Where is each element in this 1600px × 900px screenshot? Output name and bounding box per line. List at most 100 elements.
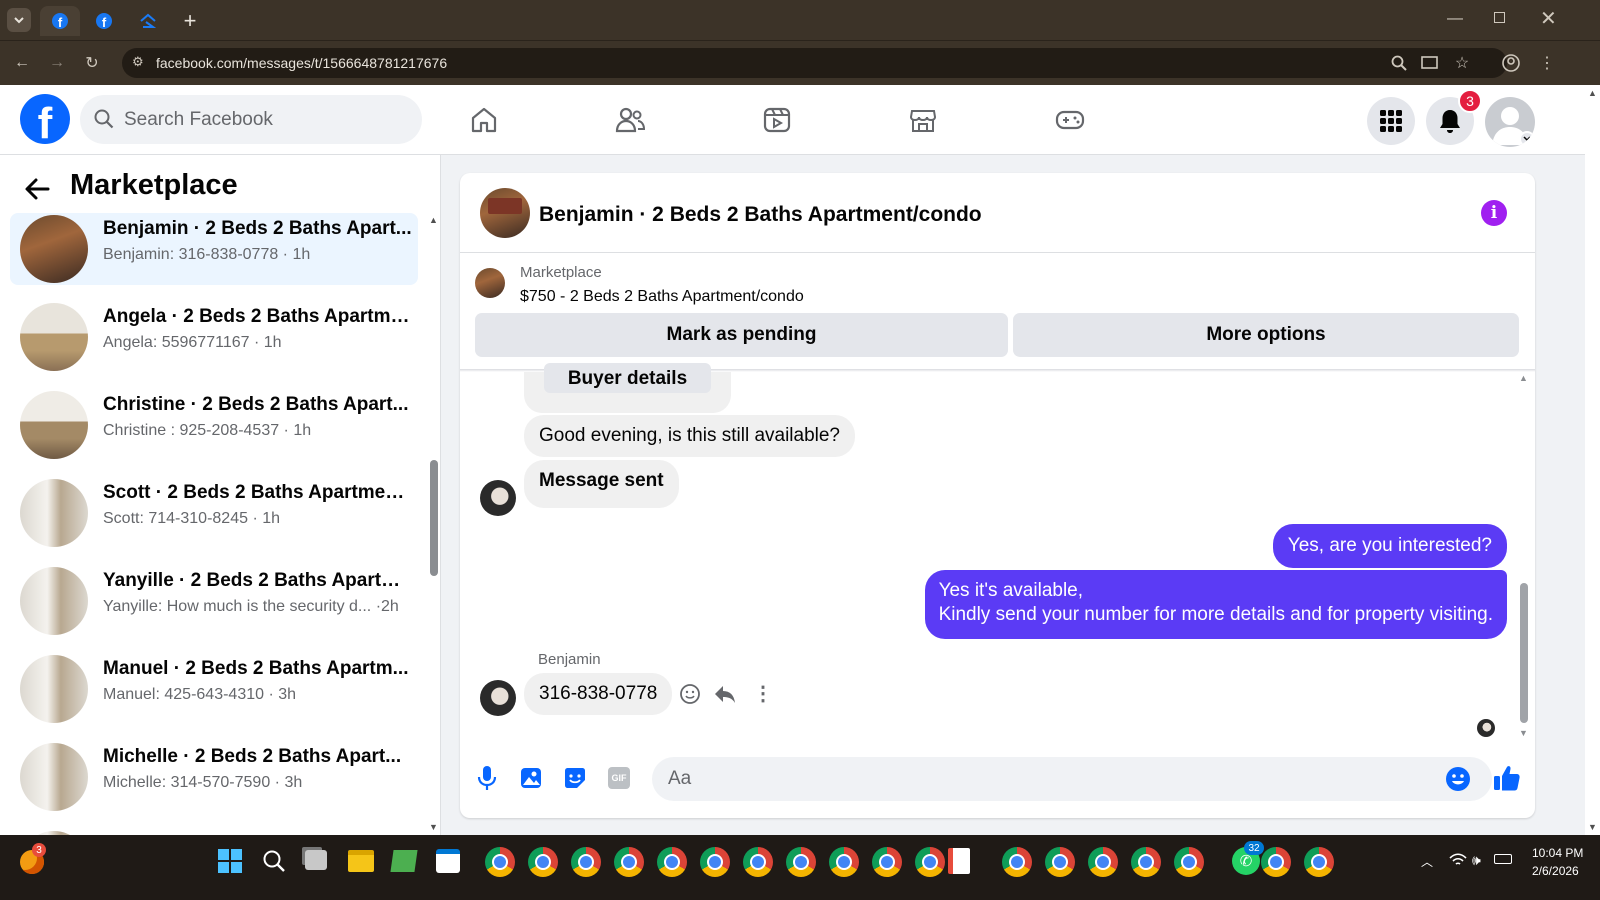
conversation-item[interactable]: Yanyille · 2 Beds 2 Baths Apartm... Yanyi…: [10, 565, 418, 637]
chrome-taskbar-icon[interactable]: [829, 847, 859, 877]
message-incoming[interactable]: Good evening, is this still available?: [524, 415, 856, 457]
buyer-details-button[interactable]: Buyer details: [544, 363, 711, 393]
minimize-button[interactable]: —: [1447, 10, 1463, 28]
conversation-item[interactable]: Scott · 2 Beds 2 Baths Apartment... Scott…: [10, 477, 418, 549]
send-like-button[interactable]: [1493, 764, 1521, 797]
account-chevron-icon[interactable]: [1519, 131, 1535, 147]
chrome-taskbar-icon[interactable]: [528, 847, 558, 877]
react-smiley-icon[interactable]: [679, 683, 701, 710]
tray-chevron-icon[interactable]: ︿: [1421, 853, 1433, 870]
notifications-button[interactable]: 3: [1426, 89, 1482, 145]
chrome-taskbar-icon[interactable]: [1045, 847, 1075, 877]
account-avatar[interactable]: [1485, 97, 1535, 147]
sidebar-scroll-down-icon[interactable]: ▼: [429, 822, 438, 832]
cast-icon[interactable]: [1418, 51, 1442, 75]
search-input[interactable]: Search Facebook: [80, 95, 422, 144]
chrome-taskbar-icon[interactable]: [700, 847, 730, 877]
taskbar-search-button[interactable]: [262, 849, 286, 878]
chrome-taskbar-icon[interactable]: [1174, 847, 1204, 877]
chrome-taskbar-icon[interactable]: [657, 847, 687, 877]
file-explorer-button[interactable]: [348, 850, 374, 872]
chat-scroll-up-icon[interactable]: ▲: [1519, 373, 1528, 383]
app-sheets-button[interactable]: [390, 850, 418, 872]
store-button[interactable]: [436, 849, 460, 873]
nav-watch[interactable]: [755, 98, 799, 142]
tab-facebook-messages[interactable]: f: [40, 6, 80, 36]
nav-friends[interactable]: [608, 98, 652, 142]
chrome-taskbar-icon[interactable]: [743, 847, 773, 877]
message-more-icon[interactable]: ⋮: [753, 681, 773, 706]
page-scrollbar[interactable]: [1585, 85, 1600, 835]
chat-title[interactable]: Benjamin · 2 Beds 2 Baths Apartment/cond…: [539, 203, 982, 227]
page-scroll-down-icon[interactable]: ▼: [1588, 822, 1597, 832]
sticker-button[interactable]: [563, 767, 587, 794]
sender-avatar[interactable]: [480, 480, 516, 516]
voice-clip-button[interactable]: [476, 765, 498, 796]
back-icon[interactable]: ←: [10, 51, 34, 75]
sidebar-scroll-thumb[interactable]: [430, 460, 438, 576]
message-incoming[interactable]: 316-838-0778: [524, 673, 673, 715]
chrome-taskbar-icon[interactable]: [571, 847, 601, 877]
sender-avatar[interactable]: [480, 680, 516, 716]
more-options-button[interactable]: More options: [1013, 313, 1519, 357]
message-input[interactable]: Aa: [652, 757, 1492, 801]
nav-gaming[interactable]: [1048, 98, 1092, 142]
listing-title[interactable]: $750 - 2 Beds 2 Baths Apartment/condo: [520, 288, 804, 306]
conversation-item[interactable]: Michelle · 2 Beds 2 Baths Apart... Michel…: [10, 741, 418, 813]
start-button[interactable]: [218, 849, 242, 873]
attach-photo-button[interactable]: [520, 767, 542, 794]
conversation-item[interactable]: Angela · 2 Beds 2 Baths Apartme... Angela…: [10, 301, 418, 373]
new-tab-button[interactable]: +: [180, 8, 200, 34]
emoji-icon[interactable]: [1445, 766, 1471, 792]
message-outgoing[interactable]: Yes it's available, Kindly send your num…: [924, 570, 1507, 639]
tab-search-button[interactable]: [7, 8, 31, 32]
chrome-taskbar-icon[interactable]: [786, 847, 816, 877]
conversation-item[interactable]: Christine · 2 Beds 2 Baths Apart... Chris…: [10, 389, 418, 461]
facebook-logo[interactable]: f: [20, 94, 70, 144]
bookmark-star-icon[interactable]: ☆: [1450, 51, 1474, 75]
chrome-taskbar-icon[interactable]: [1131, 847, 1161, 877]
battery-icon[interactable]: [1494, 854, 1512, 864]
listing-thumbnail[interactable]: [475, 268, 505, 298]
chrome-taskbar-icon[interactable]: [915, 847, 945, 877]
forward-icon[interactable]: →: [45, 51, 69, 75]
url-input[interactable]: ⚙ facebook.com/messages/t/15666487812176…: [122, 48, 1507, 78]
snipping-tool-icon[interactable]: [948, 848, 970, 874]
reload-icon[interactable]: ↻: [80, 51, 104, 75]
back-arrow-icon[interactable]: [24, 175, 52, 208]
clock-date[interactable]: 2/6/2026: [1532, 864, 1579, 878]
task-view-button[interactable]: [305, 850, 327, 870]
message-outgoing[interactable]: Yes, are you interested?: [1272, 524, 1507, 568]
menu-kebab-icon[interactable]: ⋮: [1535, 51, 1559, 75]
chrome-taskbar-icon[interactable]: [1261, 847, 1291, 877]
mark-as-pending-button[interactable]: Mark as pending: [475, 313, 1008, 357]
nav-marketplace[interactable]: [901, 98, 945, 142]
wifi-icon[interactable]: [1449, 853, 1467, 872]
clock-time[interactable]: 10:04 PM: [1532, 846, 1583, 860]
chrome-taskbar-icon[interactable]: [1088, 847, 1118, 877]
chrome-taskbar-icon[interactable]: [614, 847, 644, 877]
tab-other[interactable]: [128, 6, 168, 36]
close-window-button[interactable]: ✕: [1540, 6, 1557, 31]
zoom-icon[interactable]: [1387, 51, 1411, 75]
chrome-taskbar-icon[interactable]: [485, 847, 515, 877]
conversation-item[interactable]: Benjamin · 2 Beds 2 Baths Apart... Benjam…: [10, 213, 418, 285]
chat-scroll-thumb[interactable]: [1520, 583, 1528, 723]
sidebar-scroll-up-icon[interactable]: ▲: [429, 215, 438, 225]
message-incoming[interactable]: Message sent: [524, 460, 679, 508]
reply-icon[interactable]: [713, 683, 737, 710]
conversation-info-button[interactable]: i: [1481, 200, 1507, 226]
chrome-taskbar-icon[interactable]: [872, 847, 902, 877]
tab-facebook[interactable]: f: [84, 6, 124, 36]
profile-icon[interactable]: [1499, 51, 1523, 75]
chrome-taskbar-icon[interactable]: [1304, 847, 1334, 877]
chat-header-avatar[interactable]: [480, 188, 530, 238]
menu-button[interactable]: [1367, 97, 1415, 145]
chat-scroll-down-icon[interactable]: ▼: [1519, 728, 1528, 738]
volume-icon[interactable]: 🕪: [1472, 852, 1481, 869]
chrome-taskbar-icon[interactable]: [1002, 847, 1032, 877]
page-scroll-up-icon[interactable]: ▲: [1588, 88, 1597, 98]
conversation-item[interactable]: Manuel · 2 Beds 2 Baths Apartm... Manuel:…: [10, 653, 418, 725]
nav-home[interactable]: [462, 98, 506, 142]
site-info-icon[interactable]: ⚙: [132, 54, 144, 70]
